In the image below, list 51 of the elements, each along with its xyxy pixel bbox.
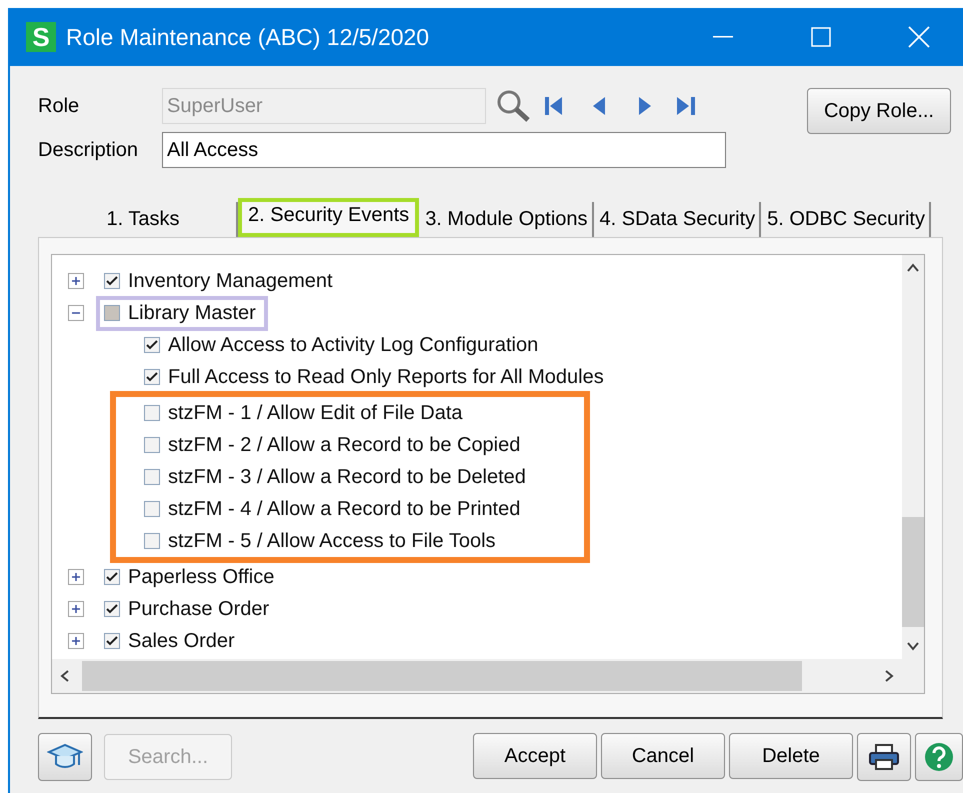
description-field[interactable]: All Access — [162, 132, 726, 168]
collapse-icon[interactable] — [68, 305, 84, 321]
expand-icon[interactable] — [68, 273, 84, 289]
tree-node-label[interactable]: stzFM - 4 / Allow a Record to be Printed — [168, 498, 520, 520]
minimize-icon[interactable] — [713, 36, 733, 38]
checkbox[interactable] — [144, 437, 160, 453]
checkbox[interactable] — [144, 369, 160, 385]
checkbox[interactable] — [144, 405, 160, 421]
close-icon[interactable] — [908, 26, 930, 48]
role-label: Role — [38, 94, 80, 118]
tree-node-label[interactable]: stzFM - 3 / Allow a Record to be Deleted — [168, 466, 526, 488]
tree-node-label[interactable]: Inventory Management — [128, 270, 333, 292]
window-title: Role Maintenance (ABC) 12/5/2020 — [66, 24, 430, 50]
scrollbar-thumb[interactable] — [82, 661, 802, 691]
checkbox[interactable] — [104, 633, 120, 649]
checkbox[interactable] — [144, 337, 160, 353]
graduation-cap-icon[interactable] — [38, 733, 92, 781]
tree-node-label[interactable]: Paperless Office — [128, 566, 274, 588]
dialog-button[interactable]: Cancel — [601, 733, 725, 779]
horizontal-scrollbar[interactable] — [52, 659, 902, 693]
expand-icon[interactable] — [68, 601, 84, 617]
printer-icon[interactable] — [857, 733, 911, 781]
tree-node-label[interactable]: Allow Access to Activity Log Configuration — [168, 334, 538, 356]
checkbox[interactable] — [104, 273, 120, 289]
tree-node-label[interactable]: stzFM - 5 / Allow Access to File Tools — [168, 530, 496, 552]
app-logo: S — [26, 22, 56, 52]
tree-node-label[interactable]: stzFM - 1 / Allow Edit of File Data — [168, 402, 463, 424]
vertical-scrollbar[interactable] — [902, 255, 924, 659]
expand-icon[interactable] — [68, 569, 84, 585]
last-record-icon[interactable] — [674, 94, 698, 118]
tree-node-label[interactable]: Library Master — [128, 302, 256, 324]
checkbox[interactable] — [144, 533, 160, 549]
checkbox[interactable] — [144, 501, 160, 517]
tree-node-label[interactable]: Sales Order — [128, 630, 235, 652]
description-label: Description — [38, 138, 140, 162]
checkbox[interactable] — [104, 569, 120, 585]
help-icon[interactable] — [915, 733, 963, 781]
tree-node-label[interactable]: Full Access to Read Only Reports for All Modules — [168, 366, 604, 388]
expand-icon[interactable] — [68, 633, 84, 649]
tree-node-label[interactable]: Purchase Order — [128, 598, 270, 620]
dialog-button[interactable]: Accept — [473, 733, 597, 779]
tree-node-label[interactable]: stzFM - 2 / Allow a Record to be Copied — [168, 434, 520, 456]
dialog-button[interactable]: Delete — [729, 733, 853, 779]
checkbox[interactable] — [104, 601, 120, 617]
copy-role-button[interactable]: Copy Role... — [806, 88, 951, 134]
checkbox[interactable] — [144, 469, 160, 485]
search-icon[interactable] — [496, 89, 532, 123]
scrollbar-thumb[interactable] — [902, 517, 924, 627]
tab[interactable]: 2. Security Events — [238, 198, 420, 237]
checkbox[interactable] — [104, 305, 120, 321]
maximize-icon[interactable] — [811, 27, 831, 47]
